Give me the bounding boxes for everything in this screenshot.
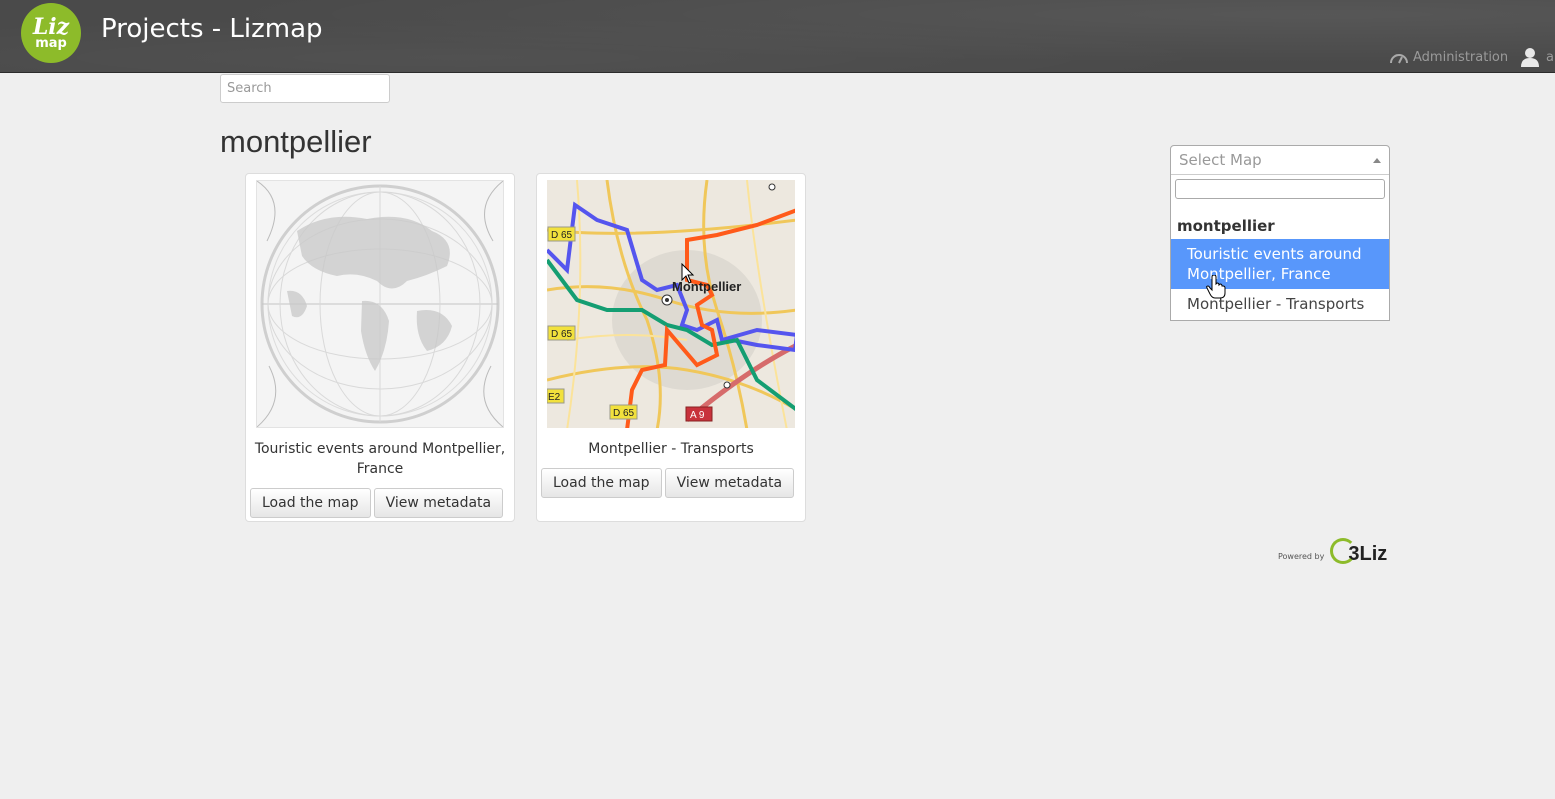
top-navbar: Liz map Projects - Lizmap Administration…: [0, 0, 1555, 73]
dropdown-search-input[interactable]: [1175, 179, 1385, 199]
project-card-touristic-events: Touristic events around Montpellier, Fra…: [245, 173, 515, 522]
powered-by-3liz[interactable]: Powered by 3Liz: [1278, 535, 1387, 566]
map-label-road: D 65: [551, 329, 573, 340]
search-input[interactable]: [220, 74, 390, 103]
load-map-button[interactable]: Load the map: [541, 468, 662, 498]
select-map-dropdown[interactable]: Select Map montpellier Touristic events …: [1170, 145, 1390, 321]
project-title: Montpellier - Transports: [588, 441, 754, 457]
view-metadata-button[interactable]: View metadata: [664, 468, 795, 498]
map-label-road: E2: [548, 392, 561, 403]
map-label-motorway: A 9: [690, 410, 705, 421]
map-label-road: D 65: [613, 408, 635, 419]
dropdown-option-touristic-events[interactable]: Touristic events around Montpellier, Fra…: [1171, 239, 1389, 289]
user-menu[interactable]: a: [1520, 47, 1554, 67]
dropdown-group-label: montpellier: [1177, 217, 1275, 235]
user-label: a: [1546, 49, 1554, 65]
select-map-toggle[interactable]: Select Map: [1171, 146, 1389, 175]
powered-by-text: Powered by: [1278, 552, 1325, 561]
project-thumbnail[interactable]: Montpellier D 65 D 65 E2 D 65 A 9: [547, 180, 795, 428]
view-metadata-button[interactable]: View metadata: [373, 488, 504, 518]
3liz-logo-circle: [1330, 537, 1357, 564]
lizmap-logo[interactable]: Liz map: [21, 3, 81, 63]
project-title: Touristic events around Montpellier, Fra…: [254, 441, 506, 477]
user-icon: [1521, 48, 1539, 67]
dropdown-option-transports[interactable]: Montpellier - Transports: [1171, 289, 1389, 320]
administration-link[interactable]: Administration: [1390, 50, 1508, 65]
app-title: Projects - Lizmap: [101, 14, 323, 44]
mouse-pointer-icon: [681, 263, 695, 284]
load-map-button[interactable]: Load the map: [250, 488, 371, 518]
map-label-road: D 65: [551, 230, 573, 241]
caret-up-icon: [1373, 157, 1381, 163]
dashboard-icon: [1390, 53, 1408, 63]
project-thumbnail[interactable]: [256, 180, 504, 428]
repository-title: montpellier: [220, 124, 372, 159]
3liz-logo: 3Liz: [1330, 535, 1387, 566]
select-map-placeholder: Select Map: [1179, 151, 1262, 169]
hand-pointer-icon: [1206, 275, 1226, 299]
transport-map-image: Montpellier D 65 D 65 E2 D 65 A 9: [547, 180, 795, 428]
world-map-image: [257, 181, 503, 427]
administration-label: Administration: [1413, 50, 1509, 65]
project-card-transports: Montpellier D 65 D 65 E2 D 65 A 9 Montpe…: [536, 173, 806, 522]
logo-text-bottom: map: [35, 36, 67, 51]
logo-text-top: Liz: [32, 14, 70, 40]
